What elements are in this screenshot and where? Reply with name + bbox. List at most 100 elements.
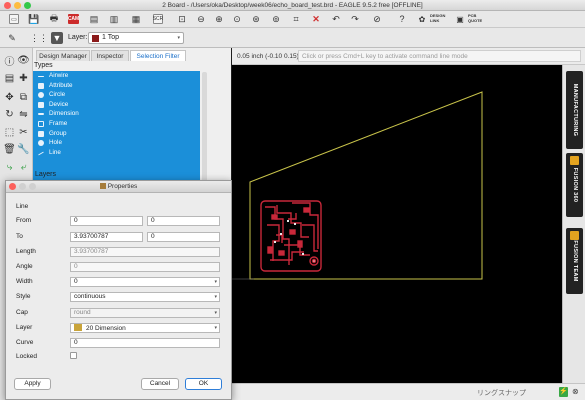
zoom-fit-icon[interactable]: ⊡ (176, 13, 188, 25)
properties-dialog: Properties Line From 0 0 To 3.93700787 0… (5, 180, 232, 400)
zoom-in-icon[interactable]: ⊕ (213, 13, 225, 25)
from-y-field[interactable]: 0 (147, 216, 220, 226)
parameter-toolbar: ✎ ⋮⋮ ▼ Layer: 1 Top ▾ (0, 28, 585, 48)
ok-button[interactable]: OK (185, 378, 222, 390)
cam-processor-icon[interactable]: CAM (68, 14, 79, 24)
redo-icon[interactable]: ↷ (349, 13, 361, 25)
command-line-input[interactable]: Click or press Cmd+L key to activate com… (298, 50, 581, 62)
type-item-circle[interactable]: Circle (33, 90, 200, 100)
pencil-icon[interactable]: ✎ (6, 32, 18, 44)
open-file-icon[interactable]: ▭ (9, 14, 19, 24)
from-x-field[interactable]: 0 (70, 216, 143, 226)
curve-field[interactable]: 0 (70, 338, 220, 348)
type-item-group[interactable]: Group (33, 129, 200, 139)
ripup-icon[interactable]: ⤶ (17, 161, 30, 174)
type-item-dimension[interactable]: Dimension (33, 109, 200, 119)
status-bar: リングスナップ ⚡ ⊗ (232, 383, 585, 400)
style-select[interactable]: continuous ▾ (70, 292, 220, 302)
run-script-icon[interactable]: SCR (153, 14, 163, 24)
types-scrollbar[interactable] (202, 72, 207, 192)
move-icon[interactable]: ✥ (3, 91, 16, 104)
go-icon[interactable]: ⊘ (371, 13, 383, 25)
pcb-quote-label[interactable]: PCB QUOTE (468, 13, 490, 23)
close-dialog-button[interactable] (9, 183, 16, 190)
ratsnest-icon[interactable]: ⌗ (290, 13, 302, 25)
undo-icon[interactable]: ↶ (330, 13, 342, 25)
cap-label: Cap (16, 309, 28, 316)
type-item-airwire[interactable]: Airwire (33, 71, 200, 81)
info-icon[interactable]: ⓘ (3, 54, 16, 68)
type-item-device[interactable]: Device (33, 100, 200, 110)
zoom-redraw-icon[interactable]: ⊙ (231, 13, 243, 25)
locked-label: Locked (16, 353, 37, 360)
copy-icon[interactable]: ⧉ (17, 91, 30, 104)
cancel-button[interactable]: Cancel (141, 378, 179, 390)
from-label: From (16, 217, 32, 224)
route-icon[interactable]: ⤷ (3, 161, 16, 174)
group-icon[interactable]: ⬚ (3, 126, 16, 139)
zoom-out-icon[interactable]: ⊖ (195, 13, 207, 25)
fusion-logo-icon (570, 156, 579, 165)
apply-button[interactable]: Apply (14, 378, 51, 390)
print-icon[interactable]: 🖶 (48, 13, 60, 25)
filter-icon[interactable]: ▼ (51, 32, 63, 44)
layer-select[interactable]: 1 Top ▾ (88, 32, 184, 44)
design-link-icon[interactable]: ✿ (416, 13, 428, 25)
curve-label: Curve (16, 339, 34, 346)
layer-select-dialog[interactable]: 20 Dimension ▾ (70, 323, 220, 333)
status-text: リングスナップ (477, 390, 526, 397)
zoom-window-button[interactable] (24, 2, 31, 9)
schematic-icon[interactable]: ▤ (88, 13, 100, 25)
tab-inspector[interactable]: Inspector (91, 50, 129, 61)
fusion-team-logo-icon (570, 231, 579, 240)
locked-checkbox[interactable] (70, 352, 77, 359)
rotate-icon[interactable]: ↻ (3, 108, 16, 121)
angle-label: Angle (16, 263, 33, 270)
type-item-line[interactable]: Line (33, 148, 200, 158)
chevron-down-icon: ▾ (214, 294, 217, 300)
script-icon[interactable]: ▦ (130, 13, 142, 25)
lightning-icon[interactable]: ⚡ (559, 387, 568, 397)
tab-fusion-team[interactable]: FUSION TEAM (566, 228, 583, 294)
length-field: 3.93700787 (70, 247, 220, 257)
grid-icon[interactable]: ⋮⋮ (30, 32, 48, 44)
style-label: Style (16, 293, 31, 300)
save-icon[interactable]: 💾 (28, 13, 40, 25)
zoom-area-icon[interactable]: ⊚ (270, 13, 282, 25)
layer-label-dialog: Layer (16, 324, 33, 331)
tab-selection-filter[interactable]: Selection Filter (130, 50, 186, 61)
pcb-quote-icon[interactable]: ▣ (454, 13, 466, 25)
stop-icon[interactable]: ✕ (310, 13, 322, 25)
design-link-label[interactable]: DESIGN LINK (430, 13, 454, 23)
to-y-field[interactable]: 0 (147, 232, 220, 242)
dialog-titlebar[interactable]: Properties (6, 181, 231, 193)
wrench-icon[interactable]: 🔧 (17, 143, 30, 156)
show-icon[interactable]: 👁 (17, 54, 30, 67)
type-item-attribute[interactable]: Attribute (33, 81, 200, 91)
mark-icon[interactable]: ✚ (17, 72, 30, 85)
to-x-field[interactable]: 3.93700787 (70, 232, 143, 242)
tab-design-manager[interactable]: Design Manager (36, 50, 90, 61)
mirror-icon[interactable]: ⇋ (17, 108, 30, 121)
chevron-down-icon: ▾ (214, 310, 217, 316)
tag-icon (38, 82, 44, 89)
stop-command-icon[interactable]: ⊗ (572, 387, 579, 396)
display-layers-icon[interactable]: ▤ (3, 72, 16, 85)
help-icon[interactable]: ? (396, 13, 408, 25)
width-combo[interactable]: 0 ▾ (70, 277, 220, 287)
properties-icon (99, 183, 106, 189)
library-icon[interactable]: ▥ (108, 13, 120, 25)
pcb-traces (260, 200, 322, 272)
tab-fusion-360[interactable]: FUSION 360 (566, 153, 583, 217)
type-item-frame[interactable]: Frame (33, 119, 200, 129)
board-canvas[interactable] (232, 65, 562, 383)
delete-icon[interactable]: ✂ (17, 126, 30, 139)
minimize-window-button[interactable] (14, 2, 21, 9)
chevron-down-icon: ▾ (177, 35, 180, 41)
trash-icon[interactable]: 🗑 (3, 143, 16, 156)
zoom-select-icon[interactable]: ⊛ (250, 13, 262, 25)
section-label: Line (16, 203, 29, 210)
tab-manufacturing[interactable]: MANUFACTURING (566, 71, 583, 149)
close-window-button[interactable] (4, 2, 11, 9)
type-item-hole[interactable]: Hole (33, 138, 200, 148)
